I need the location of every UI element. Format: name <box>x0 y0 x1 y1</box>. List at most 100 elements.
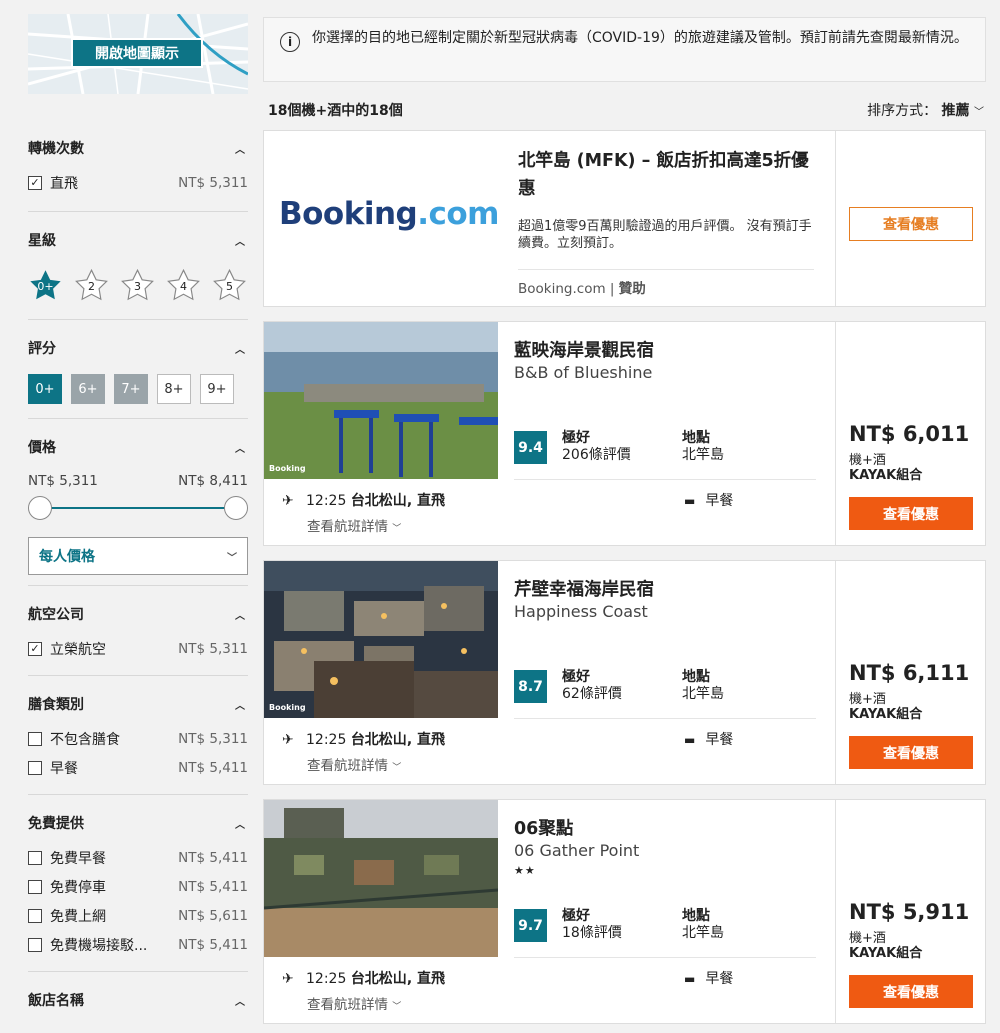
meal-option-none[interactable]: 不包含膳食 NT$ 5,311 <box>28 724 248 753</box>
star-option-label: 3 <box>134 280 141 293</box>
bed-icon: ▬ <box>684 972 696 986</box>
price-column: NT$ 6,111 機+酒 KAYAK組合 查看優惠 <box>835 561 985 784</box>
free-option-breakfast[interactable]: 免費早餐 NT$ 5,411 <box>28 843 248 872</box>
view-deal-button[interactable]: 查看優惠 <box>849 736 973 769</box>
checkbox-icon[interactable] <box>28 731 42 746</box>
checkbox-checked-icon[interactable]: ✓ <box>28 175 42 190</box>
hotel-name-filter-header[interactable]: 飯店名稱 ︿ <box>28 990 248 1010</box>
hotel-card[interactable]: ✈ 12:25 台北松山, 直飛 查看航班詳情 ﹀ 06聚點 06 Gather … <box>263 799 986 1024</box>
option-label: 早餐 <box>50 760 78 777</box>
free-option-airport-shuttle[interactable]: 免費機場接駁... NT$ 5,411 <box>28 930 248 959</box>
star-option-2[interactable]: 2 <box>74 268 109 303</box>
rating-option-7[interactable]: 7+ <box>114 374 148 404</box>
checkbox-icon[interactable] <box>28 937 42 952</box>
chevron-up-icon[interactable]: ︿ <box>232 607 248 622</box>
rating-option-0[interactable]: 0+ <box>28 374 62 404</box>
review-count: 62條評價 <box>562 686 622 702</box>
option-label: 免費早餐 <box>50 850 106 867</box>
meal-label: 早餐 <box>705 971 734 987</box>
chevron-up-icon[interactable]: ︿ <box>232 141 248 156</box>
map-preview[interactable]: 開啟地圖顯示 <box>28 14 248 94</box>
option-price: NT$ 5,411 <box>178 878 248 895</box>
location-info: 地點 北竿島 <box>682 430 724 464</box>
chevron-up-icon[interactable]: ︿ <box>232 440 248 455</box>
rating-option-6[interactable]: 6+ <box>71 374 105 404</box>
view-deal-button[interactable]: 查看優惠 <box>849 207 973 241</box>
airline-filter-header[interactable]: 航空公司 ︿ <box>28 604 248 624</box>
flight-time: 12:25 <box>306 732 347 748</box>
sort-dropdown[interactable]: 排序方式： 推薦 ﹀ <box>867 100 984 120</box>
flight-details-link[interactable]: 查看航班詳情 ﹀ <box>307 754 401 774</box>
star-option-label: 5 <box>226 280 233 293</box>
airline-option-uni-air[interactable]: ✓ 立榮航空 NT$ 5,311 <box>28 634 248 663</box>
view-deal-button[interactable]: 查看優惠 <box>849 497 973 530</box>
star-option-0[interactable]: 0+ <box>28 268 63 303</box>
chevron-up-icon[interactable]: ︿ <box>232 697 248 712</box>
checkbox-icon[interactable] <box>28 879 42 894</box>
rating-filter-header[interactable]: 評分 ︿ <box>28 338 248 358</box>
filter-sidebar: 開啟地圖顯示 轉機次數 ︿ ✓ 直飛 NT$ 5,311 星級 ︿ 0+ 2 3… <box>28 14 248 1020</box>
location-value: 北竿島 <box>682 447 724 463</box>
flight-time: 12:25 <box>306 971 347 987</box>
flight-details-label: 查看航班詳情 <box>307 758 388 774</box>
chevron-up-icon[interactable]: ︿ <box>232 816 248 831</box>
meal-info: ▬ 早餐 <box>684 490 733 510</box>
results-bar: 18個機+酒中的18個 排序方式： 推薦 ﹀ <box>268 100 984 120</box>
rating-option-8[interactable]: 8+ <box>157 374 191 404</box>
chevron-down-icon: ﹀ <box>392 763 402 773</box>
meal-option-breakfast[interactable]: 早餐 NT$ 5,411 <box>28 753 248 782</box>
price-mode-select[interactable]: 每人價格 ﹀ <box>28 537 248 575</box>
chevron-up-icon[interactable]: ︿ <box>232 341 248 356</box>
ad-title[interactable]: 北竿島 (MFK) – 飯店折扣高達5折優惠 <box>518 147 818 203</box>
stops-filter-header[interactable]: 轉機次數 ︿ <box>28 138 248 158</box>
hotel-name[interactable]: 06聚點 <box>514 815 573 840</box>
flight-details-link[interactable]: 查看航班詳情 ﹀ <box>307 515 401 535</box>
price-slider-min-handle[interactable] <box>28 496 52 520</box>
chevron-up-icon[interactable]: ︿ <box>232 993 248 1008</box>
star-option-3[interactable]: 3 <box>120 268 155 303</box>
hotel-name[interactable]: 芹壁幸福海岸民宿 <box>514 576 654 601</box>
booking-logo: Booking.com <box>279 196 499 232</box>
stops-option-nonstop[interactable]: ✓ 直飛 NT$ 5,311 <box>28 168 248 197</box>
flight-origin: 台北松山 <box>350 732 407 748</box>
view-deal-button[interactable]: 查看優惠 <box>849 975 973 1008</box>
flight-details-link[interactable]: 查看航班詳情 ﹀ <box>307 993 401 1013</box>
hotel-photo[interactable] <box>264 800 498 957</box>
covid-notice-text[interactable]: 你選擇的目的地已經制定關於新型冠狀病毒（COVID-19）的旅遊建議及管制。預訂… <box>312 30 968 69</box>
hotel-photo[interactable]: Booking <box>264 561 498 718</box>
free-option-parking[interactable]: 免費停車 NT$ 5,411 <box>28 872 248 901</box>
checkbox-icon[interactable] <box>28 908 42 923</box>
price-slider[interactable] <box>28 495 248 521</box>
star-option-4[interactable]: 4 <box>166 268 201 303</box>
flight-origin: 台北松山 <box>350 971 407 987</box>
meal-info: ▬ 早餐 <box>684 729 733 749</box>
location-value: 北竿島 <box>682 686 724 702</box>
star-option-5[interactable]: 5 <box>212 268 247 303</box>
price-filter-header[interactable]: 價格 ︿ <box>28 437 248 457</box>
hotel-card[interactable]: Booking ✈ 12:25 台北松山, 直飛 查看航班詳情 ﹀ 藍映海岸景觀民… <box>263 321 986 546</box>
price-mode-value: 每人價格 <box>39 549 95 565</box>
rating-filter-title: 評分 <box>28 341 56 357</box>
checkbox-checked-icon[interactable]: ✓ <box>28 641 42 656</box>
rating-option-9[interactable]: 9+ <box>200 374 234 404</box>
hotel-name[interactable]: 藍映海岸景觀民宿 <box>514 337 654 362</box>
chevron-up-icon[interactable]: ︿ <box>232 233 248 248</box>
hotel-card[interactable]: Booking ✈ 12:25 台北松山, 直飛 查看航班詳情 ﹀ 芹壁幸福海岸民… <box>263 560 986 785</box>
meal-filter-header[interactable]: 膳食類別 ︿ <box>28 694 248 714</box>
flight-time: 12:25 <box>306 493 347 509</box>
checkbox-icon[interactable] <box>28 760 42 775</box>
free-option-wifi[interactable]: 免費上網 NT$ 5,611 <box>28 901 248 930</box>
flight-type: , 直飛 <box>406 732 446 748</box>
review-count: 18條評價 <box>562 925 622 941</box>
star-filter-header[interactable]: 星級 ︿ <box>28 230 248 250</box>
hotel-name-filter-title: 飯店名稱 <box>28 993 84 1009</box>
open-map-button[interactable]: 開啟地圖顯示 <box>71 38 203 68</box>
star-option-label: 4 <box>180 280 187 293</box>
sponsored-card[interactable]: Booking.com 北竿島 (MFK) – 飯店折扣高達5折優惠 超過1億零… <box>263 130 986 307</box>
checkbox-icon[interactable] <box>28 850 42 865</box>
free-amenities-filter-header[interactable]: 免費提供 ︿ <box>28 813 248 833</box>
hotel-photo[interactable]: Booking <box>264 322 498 479</box>
package-price: NT$ 6,111 <box>849 661 970 685</box>
price-slider-max-handle[interactable] <box>224 496 248 520</box>
price-filter: 價格 ︿ NT$ 5,311 NT$ 8,411 每人價格 ﹀ <box>28 418 248 575</box>
